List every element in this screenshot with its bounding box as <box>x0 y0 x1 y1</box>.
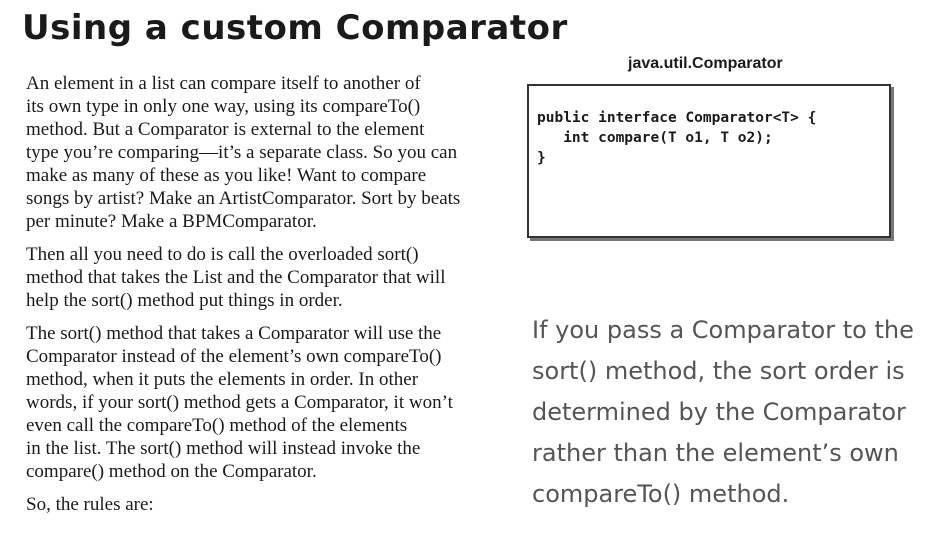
paragraph-3-line: even call the compareTo() method of the … <box>26 415 408 436</box>
paragraph-2-line: method that takes the List and the Compa… <box>26 267 446 288</box>
body-text: An element in a list can compare itself … <box>26 72 516 526</box>
code-line: public interface Comparator<T> { <box>537 110 817 126</box>
code-line: } <box>537 150 546 166</box>
code-box: public interface Comparator<T> { int com… <box>527 84 891 238</box>
callout-line: rather than the element’s own <box>532 439 899 467</box>
paragraph-4-line: So, the rules are: <box>26 494 154 515</box>
paragraph-3-line: Comparator instead of the element’s own … <box>26 346 442 367</box>
callout-line: If you pass a Comparator to the <box>532 316 914 344</box>
paragraph-2-line: help the sort() method put things in ord… <box>26 290 343 311</box>
paragraph-3-line: The sort() method that takes a Comparato… <box>26 323 442 344</box>
paragraph-1: An element in a list can compare itself … <box>26 72 516 233</box>
paragraph-3-line: method, when it puts the elements in ord… <box>26 369 419 390</box>
paragraph-3-line: words, if your sort() method gets a Comp… <box>26 392 453 413</box>
paragraph-3: The sort() method that takes a Comparato… <box>26 322 516 483</box>
callout-line: sort() method, the sort order is <box>532 357 905 385</box>
callout-line: compareTo() method. <box>532 480 790 508</box>
callout-line: determined by the Comparator <box>532 398 906 426</box>
code-box-label: java.util.Comparator <box>628 55 783 72</box>
paragraph-4: So, the rules are: <box>26 493 516 516</box>
handwritten-callout: If you pass a Comparator to the sort() m… <box>532 310 932 515</box>
paragraph-3-line: in the list. The sort() method will inst… <box>26 438 421 459</box>
paragraph-2-line: Then all you need to do is call the over… <box>26 244 419 265</box>
paragraph-2: Then all you need to do is call the over… <box>26 243 516 312</box>
paragraph-1-line: An element in a list can compare itself … <box>26 73 421 94</box>
code-line: int compare(T o1, T o2); <box>537 130 773 146</box>
paragraph-1-line: method. But a Comparator is external to … <box>26 119 425 140</box>
paragraph-1-line: songs by artist? Make an ArtistComparato… <box>26 188 461 209</box>
page-title: Using a custom Comparator <box>22 8 568 48</box>
paragraph-1-line: per minute? Make a BPMComparator. <box>26 211 317 232</box>
paragraph-1-line: its own type in only one way, using its … <box>26 96 421 117</box>
paragraph-1-line: make as many of these as you like! Want … <box>26 165 427 186</box>
paragraph-1-line: type you’re comparing—it’s a separate cl… <box>26 142 458 163</box>
paragraph-3-line: compare() method on the Comparator. <box>26 461 317 482</box>
